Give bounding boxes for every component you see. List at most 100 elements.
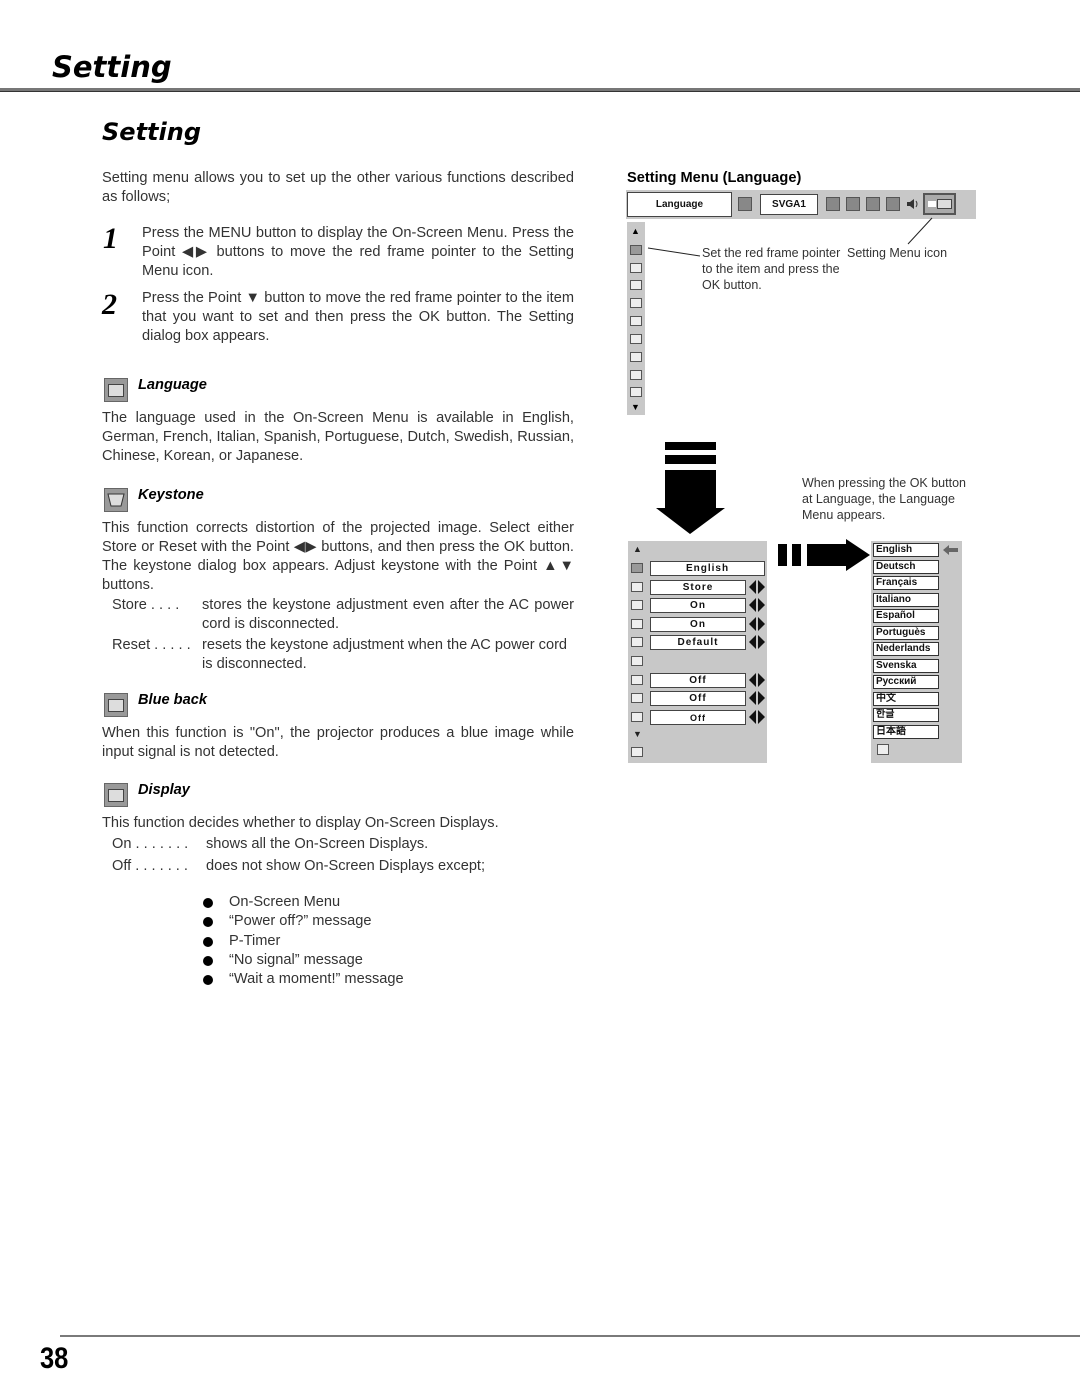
left-right-arrow-icon[interactable] xyxy=(749,635,765,649)
language-option[interactable]: Español xyxy=(873,609,939,623)
figure-heading: Setting Menu (Language) xyxy=(627,170,802,186)
left-right-arrow-icon[interactable] xyxy=(749,673,765,687)
keystone-icon xyxy=(631,582,643,592)
language-option[interactable]: 한글 xyxy=(873,708,939,722)
keystone-def-term: Reset . . . . . xyxy=(112,637,191,653)
terminal-icon xyxy=(630,370,642,380)
display-icon xyxy=(630,298,642,308)
image-select-icon xyxy=(846,197,860,211)
language-icon xyxy=(104,378,128,402)
page-header-title: Setting xyxy=(52,50,172,84)
screen-icon xyxy=(886,197,900,211)
rear-icon xyxy=(630,352,642,362)
language-icon xyxy=(631,563,643,573)
scroll-down-icon: ▼ xyxy=(631,402,640,412)
list-item: “Power off?” message xyxy=(201,912,404,931)
keystone-icon xyxy=(630,263,642,273)
header-rule xyxy=(0,88,1080,92)
blue-back-icon xyxy=(631,600,643,610)
keystone-icon xyxy=(104,488,128,512)
keystone-def-term: Store . . . . xyxy=(112,597,180,613)
callout-ok: When pressing the OK button at Language,… xyxy=(802,476,966,522)
language-heading: Language xyxy=(138,377,207,393)
image-adjust-icon xyxy=(866,197,880,211)
intro-text: Setting menu allows you to set up the ot… xyxy=(102,170,574,205)
footer-rule xyxy=(60,1335,1080,1337)
menu-value-display[interactable]: On xyxy=(650,617,746,632)
display-icon xyxy=(104,783,128,807)
list-item: P-Timer xyxy=(201,932,404,951)
section-title: Setting xyxy=(102,118,201,146)
display-def-desc: does not show On-Screen Displays except; xyxy=(206,858,486,874)
language-option[interactable]: Русский xyxy=(873,675,939,689)
sound-icon xyxy=(906,197,920,211)
display-icon xyxy=(631,619,643,629)
language-text: The language used in the On-Screen Menu … xyxy=(102,410,574,464)
keystone-def-desc: stores the keystone adjustment even afte… xyxy=(202,597,574,632)
language-menu-panel: English Deutsch Français Italiano Españo… xyxy=(871,541,962,763)
keystone-heading: Keystone xyxy=(138,487,204,503)
logo-icon xyxy=(630,316,642,326)
blue-back-text: When this function is "On", the projecto… xyxy=(102,725,574,760)
menu-value-logo[interactable]: Default xyxy=(650,635,746,650)
language-option[interactable]: Français xyxy=(873,576,939,590)
right-arrow-icon xyxy=(778,539,870,571)
blue-back-icon xyxy=(104,693,128,717)
ceiling-icon xyxy=(630,334,642,344)
logo-icon xyxy=(631,637,643,647)
list-item: “No signal” message xyxy=(201,951,404,970)
display-def-term: Off . . . . . . . xyxy=(112,858,188,874)
language-option[interactable]: Portuguès xyxy=(873,626,939,640)
language-option[interactable]: 中文 xyxy=(873,692,939,706)
page-number: 38 xyxy=(40,1342,69,1375)
display-heading: Display xyxy=(138,782,190,798)
callout-icon: Setting Menu icon xyxy=(847,246,948,260)
input-icon xyxy=(738,197,752,211)
language-option[interactable]: Nederlands xyxy=(873,642,939,656)
language-option[interactable]: 日本語 xyxy=(873,725,939,739)
step-number: 1 xyxy=(103,222,118,255)
setting-menu-panel: ▲ ▼ English Store On On Default Off Off … xyxy=(628,541,767,763)
language-option[interactable]: Svenska xyxy=(873,659,939,673)
display-exceptions-list: On-Screen Menu “Power off?” message P-Ti… xyxy=(201,893,404,989)
step-text: Press the MENU button to display the On-… xyxy=(142,225,574,279)
exit-icon xyxy=(631,747,643,757)
menu-value-rear[interactable]: Off xyxy=(650,691,746,706)
menu-value-keystone[interactable]: Store xyxy=(650,580,746,595)
list-item: “Wait a moment!” message xyxy=(201,970,404,989)
keystone-def-desc: resets the keystone adjustment when the … xyxy=(202,637,568,672)
step-text: Press the Point ▼ button to move the red… xyxy=(142,290,574,344)
menu-value-ceiling[interactable]: Off xyxy=(650,673,746,688)
menu-value-blue-back[interactable]: On xyxy=(650,598,746,613)
left-right-arrow-icon[interactable] xyxy=(749,617,765,631)
scroll-down-icon: ▼ xyxy=(633,729,642,739)
pc-adjust-icon xyxy=(826,197,840,211)
ceiling-icon xyxy=(631,656,643,666)
power-management-icon xyxy=(630,387,642,397)
rear-icon xyxy=(631,675,643,685)
scroll-up-icon: ▲ xyxy=(631,226,640,236)
keystone-text: This function corrects distortion of the… xyxy=(102,520,574,593)
step-number: 2 xyxy=(102,288,117,321)
display-text: This function decides whether to display… xyxy=(102,815,499,831)
left-right-arrow-icon[interactable] xyxy=(749,598,765,612)
left-right-arrow-icon[interactable] xyxy=(749,710,765,724)
scroll-up-icon: ▲ xyxy=(633,544,642,554)
list-item: On-Screen Menu xyxy=(201,893,404,912)
back-arrow-icon[interactable] xyxy=(943,544,959,556)
language-option[interactable]: Deutsch xyxy=(873,560,939,574)
display-def-desc: shows all the On-Screen Displays. xyxy=(206,836,429,852)
display-def-term: On . . . . . . . xyxy=(112,836,189,852)
language-option[interactable]: English xyxy=(873,543,939,557)
menu-value-terminal[interactable]: Off xyxy=(650,710,746,725)
menu-value-language[interactable]: English xyxy=(650,561,765,576)
callout-item: Set the red frame pointer to the item an… xyxy=(702,246,841,292)
blue-back-icon xyxy=(630,280,642,290)
exit-icon[interactable] xyxy=(877,744,889,755)
down-arrow-icon xyxy=(656,442,725,534)
blue-back-heading: Blue back xyxy=(138,692,207,708)
left-right-arrow-icon[interactable] xyxy=(749,580,765,594)
power-management-icon xyxy=(631,712,643,722)
left-right-arrow-icon[interactable] xyxy=(749,691,765,705)
language-option[interactable]: Italiano xyxy=(873,593,939,607)
